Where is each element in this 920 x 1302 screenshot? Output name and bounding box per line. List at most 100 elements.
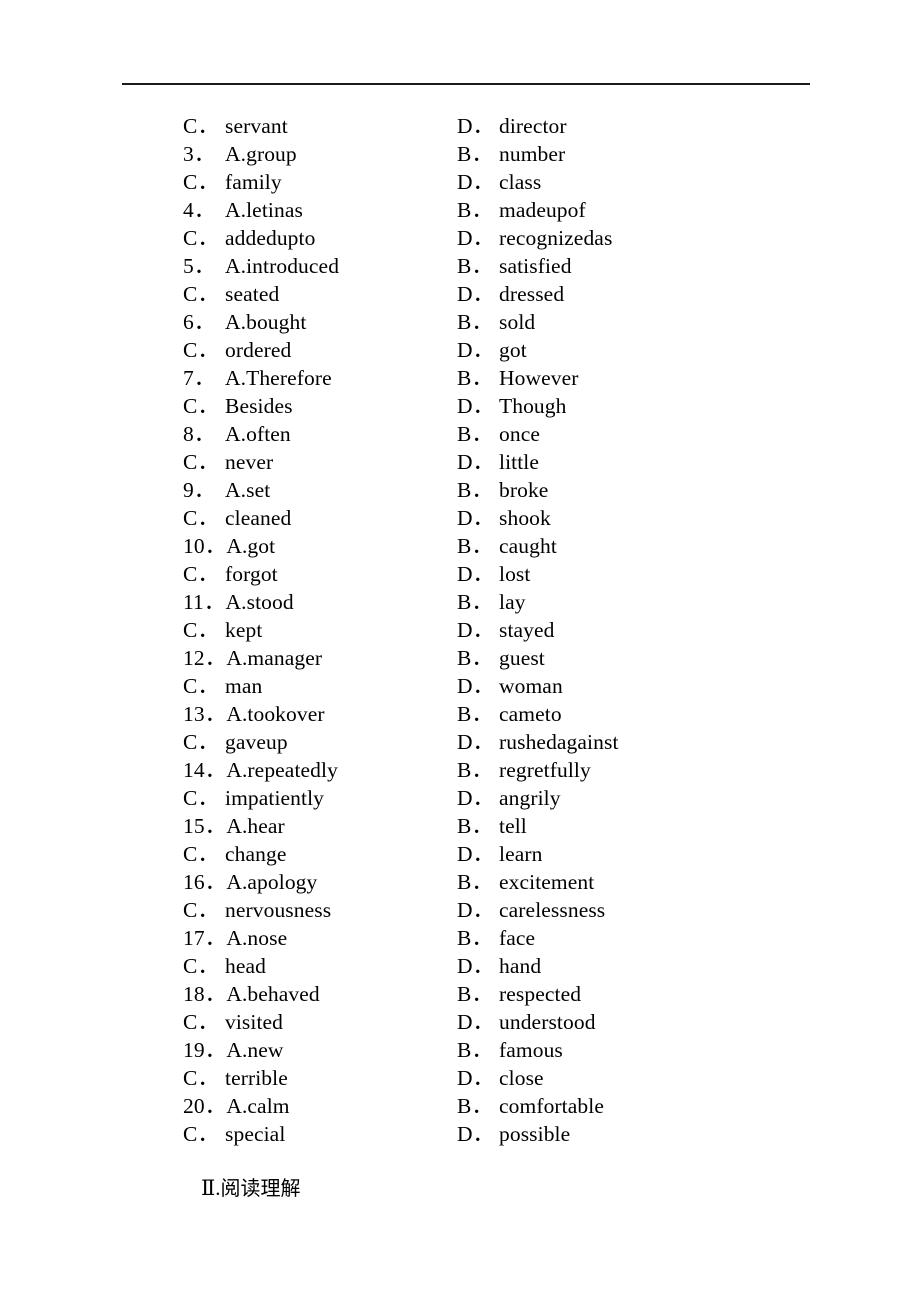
option-left-text: impatiently: [225, 786, 325, 810]
option-right-marker: D．: [457, 954, 495, 978]
option-left-marker: C．: [183, 394, 220, 418]
option-right-marker: B．: [457, 870, 494, 894]
option-left-marker: 9．: [183, 478, 216, 502]
option-left-marker: 5．: [183, 254, 216, 278]
option-right: D． class: [457, 168, 541, 196]
option-row: 3． A.group B． number: [0, 140, 920, 168]
option-right: D． hand: [457, 952, 541, 980]
option-right-text: director: [499, 114, 567, 138]
option-right-marker: D．: [457, 338, 495, 362]
option-left: 12．A.manager: [183, 644, 322, 672]
option-right-marker: B．: [457, 422, 494, 446]
option-left-text: nervousness: [225, 898, 332, 922]
option-right-text: satisfied: [499, 254, 572, 278]
option-left-marker: 19．: [183, 1038, 227, 1062]
option-right: D． little: [457, 448, 539, 476]
option-right: B． regretfully: [457, 756, 591, 784]
option-left: C． kept: [183, 616, 262, 644]
option-left-marker: 7．: [183, 366, 216, 390]
option-right-marker: D．: [457, 1066, 495, 1090]
option-left: C． impatiently: [183, 784, 324, 812]
option-right: B． madeupof: [457, 196, 586, 224]
option-left: 4． A.letinas: [183, 196, 303, 224]
option-left-text: A.set: [225, 478, 271, 502]
option-right: D． recognizedas: [457, 224, 612, 252]
option-left-text: A.tookover: [226, 702, 325, 726]
option-right-marker: D．: [457, 394, 495, 418]
option-row: 12．A.manager B． guest: [0, 644, 920, 672]
option-left-marker: 6．: [183, 310, 216, 334]
option-left-marker: 20．: [183, 1094, 227, 1118]
option-left-marker: 11．: [183, 590, 226, 614]
option-right-text: excitement: [499, 870, 595, 894]
option-right-text: lost: [499, 562, 531, 586]
option-row: 6． A.bought B． sold: [0, 308, 920, 336]
option-right-text: rushedagainst: [499, 730, 619, 754]
option-left-marker: C．: [183, 226, 220, 250]
option-left-marker: C．: [183, 1066, 220, 1090]
option-left-marker: C．: [183, 562, 220, 586]
option-right-marker: B．: [457, 198, 494, 222]
option-right: D． stayed: [457, 616, 555, 644]
option-left-marker: C．: [183, 1122, 220, 1146]
option-left: C． ordered: [183, 336, 291, 364]
option-right: B． once: [457, 420, 540, 448]
option-right-text: carelessness: [499, 898, 606, 922]
option-row: C． special D． possible: [0, 1120, 920, 1148]
option-row: C． never D． little: [0, 448, 920, 476]
option-row: 11．A.stood B． lay: [0, 588, 920, 616]
option-left-marker: C．: [183, 898, 220, 922]
option-right-text: tell: [499, 814, 527, 838]
option-row: 15．A.hear B． tell: [0, 812, 920, 840]
option-left-text: man: [225, 674, 263, 698]
option-right: D． woman: [457, 672, 563, 700]
option-right-text: However: [499, 366, 579, 390]
option-left-text: head: [225, 954, 266, 978]
option-right-text: understood: [499, 1010, 596, 1034]
option-right-marker: B．: [457, 702, 494, 726]
option-right-marker: B．: [457, 758, 494, 782]
option-row: C． man D． woman: [0, 672, 920, 700]
option-right: D． carelessness: [457, 896, 605, 924]
option-right: D． rushedagainst: [457, 728, 619, 756]
option-left: C． gaveup: [183, 728, 288, 756]
option-left-marker: 3．: [183, 142, 216, 166]
option-row: C． visited D． understood: [0, 1008, 920, 1036]
option-left: C． man: [183, 672, 262, 700]
option-left-text: A.new: [226, 1038, 284, 1062]
option-left: C． never: [183, 448, 273, 476]
option-row: C． nervousness D． carelessness: [0, 896, 920, 924]
option-right-text: got: [499, 338, 527, 362]
option-right-marker: B．: [457, 590, 494, 614]
option-right: D． Though: [457, 392, 566, 420]
option-left-text: kept: [225, 618, 263, 642]
option-row: C． forgot D． lost: [0, 560, 920, 588]
option-row: 8． A.often B． once: [0, 420, 920, 448]
option-row: C． head D． hand: [0, 952, 920, 980]
option-row: C． terrible D． close: [0, 1064, 920, 1092]
option-right-text: dressed: [499, 282, 565, 306]
option-right-marker: B．: [457, 1038, 494, 1062]
option-left-marker: 18．: [183, 982, 227, 1006]
option-right: B． comfortable: [457, 1092, 604, 1120]
option-left-text: A.manager: [226, 646, 323, 670]
option-left-text: family: [225, 170, 282, 194]
option-left-marker: C．: [183, 1010, 220, 1034]
option-row: 9． A.set B． broke: [0, 476, 920, 504]
option-left: 18．A.behaved: [183, 980, 320, 1008]
option-left-marker: C．: [183, 674, 220, 698]
option-right: D． close: [457, 1064, 544, 1092]
option-right: D． possible: [457, 1120, 570, 1148]
option-row: 20．A.calm B． comfortable: [0, 1092, 920, 1120]
option-left: C． visited: [183, 1008, 283, 1036]
option-right-text: madeupof: [499, 198, 586, 222]
option-left-text: servant: [225, 114, 288, 138]
option-left-marker: C．: [183, 618, 220, 642]
option-right-marker: D．: [457, 282, 495, 306]
section-title: 阅读理解: [220, 1176, 301, 1200]
option-left: 6． A.bought: [183, 308, 306, 336]
option-row: C． change D． learn: [0, 840, 920, 868]
option-left: 16．A.apology: [183, 868, 317, 896]
option-right-marker: D．: [457, 1122, 495, 1146]
option-right: D． got: [457, 336, 527, 364]
